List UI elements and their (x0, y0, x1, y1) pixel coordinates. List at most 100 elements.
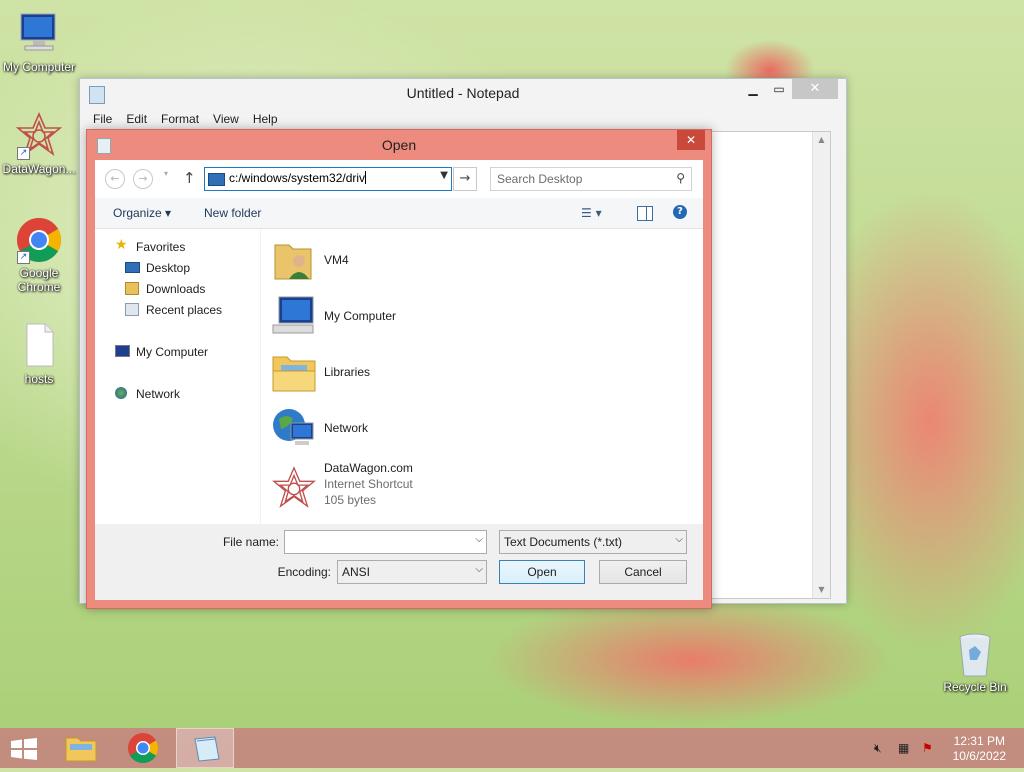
dialog-toolbar: Organize ▾ New folder ☰ ▾ ? (95, 198, 703, 229)
minimize-button[interactable]: ▁ (740, 79, 766, 99)
taskbar-chrome[interactable] (114, 728, 172, 768)
taskbar-file-explorer[interactable] (52, 728, 110, 768)
list-item[interactable]: Network (261, 403, 561, 455)
start-button[interactable] (10, 738, 38, 760)
file-name: VM4 (324, 253, 349, 267)
address-input[interactable]: c:/windows/system32/driv (229, 171, 365, 185)
forward-button[interactable]: → (133, 169, 153, 189)
desktop-icon-label: Recycle Bin (943, 680, 1007, 694)
encoding-label: Encoding: (277, 565, 331, 579)
chevron-down-icon[interactable]: ⌵ (475, 534, 483, 545)
my-computer-icon (115, 345, 130, 357)
search-icon[interactable]: ⚲ (676, 171, 685, 185)
menu-file[interactable]: File (86, 109, 119, 131)
star-icon: ★ (115, 237, 128, 253)
nav-item-favorites[interactable]: Favorites (136, 240, 185, 254)
help-icon[interactable]: ? (673, 205, 687, 219)
file-name: Network (324, 421, 369, 435)
nav-item-recent-places[interactable]: Recent places (146, 303, 222, 317)
dialog-titlebar[interactable]: Open ✕ (87, 130, 711, 160)
shortcut-arrow-icon: ↗ (17, 147, 30, 160)
address-row: ← → ▾ ↑ c:/windows/system32/driv ▼ → ⚲ (95, 160, 703, 198)
close-button[interactable]: ✕ (792, 79, 838, 99)
address-dropdown-icon[interactable]: ▼ (440, 170, 448, 181)
action-center-icon[interactable]: ⚑ (922, 741, 938, 755)
nav-item-my-computer[interactable]: My Computer (136, 345, 208, 359)
downloads-folder-icon (125, 282, 139, 295)
notepad-vertical-scrollbar[interactable]: ▲ ▼ (812, 132, 830, 598)
open-dialog: Open ✕ ← → ▾ ↑ c:/windows/system32/driv … (86, 129, 712, 609)
desktop-icon (125, 262, 140, 273)
open-button[interactable]: Open (499, 560, 585, 584)
desktop-icon-label: hosts (24, 372, 54, 386)
notepad-titlebar[interactable]: Untitled - Notepad ▁ ▭ ✕ (80, 79, 846, 109)
datawagon-logo-icon (271, 465, 317, 511)
list-item[interactable]: My Computer (261, 291, 561, 343)
desktop-icon-label: Google Chrome (17, 266, 61, 294)
encoding-value: ANSI (342, 565, 371, 579)
libraries-folder-icon (271, 349, 317, 395)
list-item[interactable]: Libraries (261, 347, 561, 399)
recent-locations-chevron-icon[interactable]: ▾ (164, 169, 168, 178)
network-tray-icon[interactable]: ▦ (898, 741, 914, 755)
desktop-icon-datawagon[interactable]: ↗ DataWagon... (1, 111, 77, 176)
chrome-icon: ↗ (15, 216, 63, 264)
scroll-down-icon[interactable]: ▼ (813, 582, 830, 598)
folder-location-icon (208, 173, 225, 186)
user-folder-icon (271, 237, 317, 283)
cancel-button[interactable]: Cancel (599, 560, 687, 584)
address-bar[interactable]: c:/windows/system32/driv ▼ (204, 167, 452, 191)
network-icon (271, 405, 317, 451)
file-type-select[interactable]: Text Documents (*.txt) ⌵ (499, 530, 687, 554)
file-type-value: Text Documents (*.txt) (504, 535, 623, 549)
encoding-select[interactable]: ANSI ⌵ (337, 560, 487, 584)
taskbar-notepad[interactable] (176, 728, 234, 768)
list-item[interactable]: VM4 (261, 235, 561, 287)
list-item[interactable]: DataWagon.com Internet Shortcut 105 byte… (261, 459, 561, 519)
search-box[interactable]: ⚲ (490, 167, 692, 191)
clock[interactable]: 12:31 PM 10/6/2022 (953, 734, 1006, 764)
dialog-close-button[interactable]: ✕ (677, 130, 705, 150)
up-arrow-icon[interactable]: ↑ (183, 169, 196, 187)
desktop-icon-hosts[interactable]: hosts (1, 322, 77, 386)
new-folder-button[interactable]: New folder (204, 206, 261, 220)
chevron-down-icon[interactable]: ⌵ (675, 534, 683, 545)
chevron-down-icon[interactable]: ⌵ (475, 564, 483, 575)
file-list: VM4 My Computer Libraries Network DataWa… (261, 229, 703, 524)
nav-item-downloads[interactable]: Downloads (146, 282, 205, 296)
file-type: Internet Shortcut (324, 477, 413, 491)
desktop-icon-google-chrome[interactable]: ↗ Google Chrome (1, 216, 77, 294)
dialog-bottom-area: File name: ⌵ Text Documents (*.txt) ⌵ En… (95, 524, 703, 600)
shortcut-arrow-icon: ↗ (17, 251, 30, 264)
taskbar: 🔇︎ ▦ ⚑ 12:31 PM 10/6/2022 (0, 728, 1024, 768)
volume-muted-icon[interactable]: 🔇︎ (874, 741, 890, 755)
preview-pane-icon[interactable] (637, 206, 653, 221)
text-caret (365, 171, 367, 184)
recent-places-icon (125, 303, 139, 316)
network-icon (115, 387, 127, 399)
dialog-title: Open (381, 137, 417, 153)
search-input[interactable] (497, 172, 657, 186)
document-file-icon (15, 322, 63, 370)
desktop-icon-recycle-bin[interactable]: Recycle Bin (937, 630, 1013, 694)
menu-help[interactable]: Help (246, 109, 285, 131)
nav-item-desktop[interactable]: Desktop (146, 261, 190, 275)
maximize-button[interactable]: ▭ (766, 79, 792, 99)
file-name: DataWagon.com (324, 461, 413, 475)
back-button[interactable]: ← (105, 169, 125, 189)
change-view-icon[interactable]: ☰ ▾ (581, 206, 602, 220)
scroll-up-icon[interactable]: ▲ (813, 132, 830, 148)
go-arrow-button[interactable]: → (453, 167, 477, 191)
desktop-icon-label: DataWagon... (2, 162, 76, 176)
file-explorer-icon (65, 737, 97, 762)
file-name-label: File name: (222, 535, 279, 549)
notepad-menubar: File Edit Format View Help (80, 109, 846, 131)
organize-button[interactable]: Organize ▾ (113, 206, 171, 220)
notepad-icon (194, 736, 220, 762)
file-name-combobox[interactable]: ⌵ (284, 530, 487, 554)
menu-edit[interactable]: Edit (119, 109, 154, 131)
nav-item-network[interactable]: Network (136, 387, 180, 401)
desktop-icon-my-computer[interactable]: My Computer (1, 10, 77, 74)
menu-format[interactable]: Format (154, 109, 206, 131)
menu-view[interactable]: View (206, 109, 246, 131)
